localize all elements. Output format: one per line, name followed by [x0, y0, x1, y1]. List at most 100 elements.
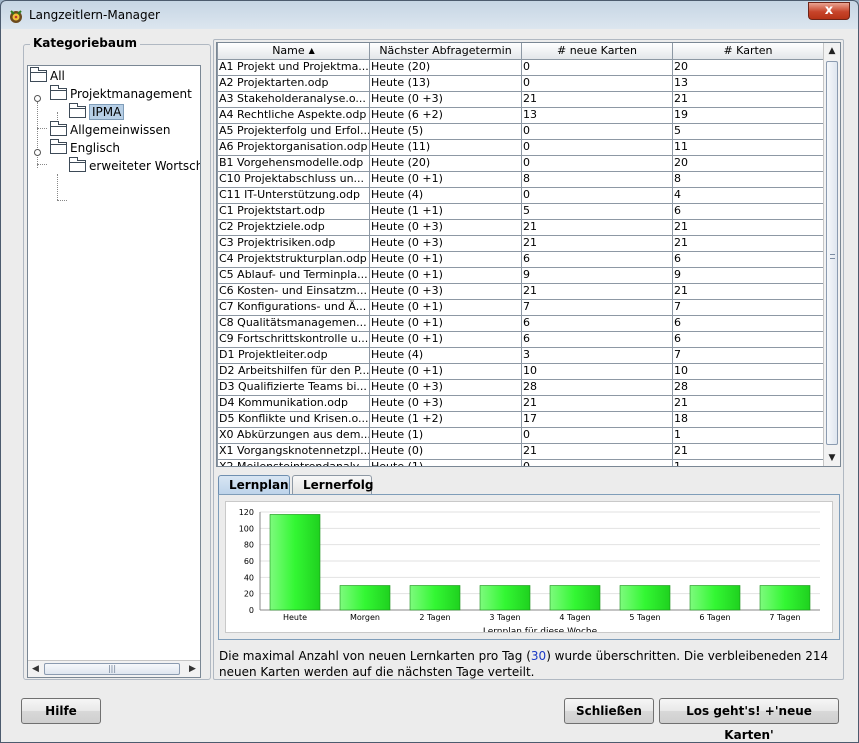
table-cell: 21 — [521, 90, 673, 108]
table-cell: 21 — [521, 394, 673, 412]
table-cell: Heute (0) — [369, 442, 522, 460]
scroll-right-icon[interactable]: ▶ — [185, 661, 200, 677]
chart-bar — [759, 585, 811, 611]
column-header-next-date[interactable]: Nächster Abfragetermin — [369, 43, 522, 60]
table-cell: Heute (0 +1) — [369, 250, 522, 268]
table-row[interactable]: D4 Kommunikation.odp Heute (0 +3) 21 21 — [217, 394, 824, 412]
y-tick-label: 40 — [244, 573, 254, 582]
table-cell: D3 Qualifizierte Teams bi... — [217, 378, 370, 396]
table-cell: Heute (1 +1) — [369, 202, 522, 220]
table-cell: 17 — [521, 410, 673, 428]
table-row[interactable]: A1 Projekt und Projektma... Heute (20) 0 20 — [217, 58, 824, 76]
tree-node-label: erweiteter Wortschat — [89, 159, 200, 173]
chart-bar — [549, 585, 601, 611]
table-row[interactable]: C3 Projektrisiken.odp Heute (0 +3) 21 21 — [217, 234, 824, 252]
scroll-thumb[interactable] — [826, 61, 838, 445]
table-cell: 9 — [672, 266, 824, 284]
table-row[interactable]: X2 Meilensteintrendanaly... Heute (1) 0 1 — [217, 458, 824, 466]
table-cell: 28 — [672, 378, 824, 396]
x-tick-label: 3 Tagen — [489, 613, 520, 622]
tree-node-ipma[interactable]: IPMA — [69, 103, 125, 122]
table-row[interactable]: A4 Rechtliche Aspekte.odp Heute (6 +2) 13 1… — [217, 106, 824, 124]
tree-legend: Kategoriebaum — [30, 36, 141, 50]
table-cell: 4 — [672, 186, 824, 204]
table-row[interactable]: X0 Abkürzungen aus dem... Heute (1) 0 1 — [217, 426, 824, 444]
table-cell: 0 — [521, 58, 673, 76]
table-vertical-scrollbar[interactable]: ▲ ▼ — [823, 43, 840, 466]
table-row[interactable]: C7 Konfigurations- und Ä... Heute (0 +1) 7… — [217, 298, 824, 316]
table-cell: 0 — [521, 458, 673, 466]
card-table[interactable]: Name ▲ Nächster Abfragetermin # neue Kart… — [216, 42, 841, 467]
table-row[interactable]: B1 Vorgehensmodelle.odp Heute (20) 0 20 — [217, 154, 824, 172]
category-tree[interactable]: All Projektmanagement IPMA Allgemeinwiss… — [27, 65, 201, 678]
expand-toggle-icon[interactable] — [34, 95, 41, 102]
table-cell: 0 — [521, 154, 673, 172]
tree-node-label: IPMA — [89, 104, 125, 120]
expand-toggle-icon[interactable] — [34, 149, 41, 156]
table-row[interactable]: A3 Stakeholderanalyse.o... Heute (0 +3) 21… — [217, 90, 824, 108]
table-cell: Heute (0 +1) — [369, 314, 522, 332]
table-cell: C8 Qualitätsmanagemen... — [217, 314, 370, 332]
tree-node-allgemeinwissen[interactable]: Allgemeinwissen — [50, 121, 171, 140]
table-row[interactable]: C4 Projektstrukturplan.odp Heute (0 +1) 6 6 — [217, 250, 824, 268]
table-cell: Heute (20) — [369, 58, 522, 76]
table-cell: 9 — [521, 266, 673, 284]
card-table-grid: Name ▲ Nächster Abfragetermin # neue Kart… — [217, 43, 824, 466]
column-header-name[interactable]: Name ▲ — [217, 43, 370, 60]
table-row[interactable]: C5 Ablauf- und Terminpla... Heute (0 +1) 9… — [217, 266, 824, 284]
column-header-cards[interactable]: # Karten — [672, 43, 824, 60]
chart-bar — [409, 585, 461, 611]
scroll-left-icon[interactable]: ◀ — [28, 661, 43, 677]
table-cell: 21 — [672, 394, 824, 412]
table-cell: A1 Projekt und Projektma... — [217, 58, 370, 76]
table-cell: Heute (0 +1) — [369, 266, 522, 284]
table-row[interactable]: C1 Projektstart.odp Heute (1 +1) 5 6 — [217, 202, 824, 220]
tab-lernerfolg[interactable]: Lernerfolg — [292, 475, 373, 495]
table-row[interactable]: C6 Kosten- und Einsatzm... Heute (0 +3) 21… — [217, 282, 824, 300]
table-cell: Heute (0 +3) — [369, 234, 522, 252]
close-button[interactable]: Schließen — [564, 698, 654, 724]
y-tick-label: 20 — [244, 590, 254, 599]
tree-node-projektmanagement[interactable]: Projektmanagement — [50, 85, 192, 104]
help-button[interactable]: Hilfe — [21, 698, 101, 724]
table-row[interactable]: D1 Projektleiter.odp Heute (4) 3 7 — [217, 346, 824, 364]
table-cell: C6 Kosten- und Einsatzm... — [217, 282, 370, 300]
tree-node-englisch[interactable]: Englisch — [50, 139, 120, 158]
tree-node-erweiterter-wortschatz[interactable]: erweiteter Wortschat — [69, 157, 200, 176]
scroll-thumb[interactable]: ||| — [44, 663, 180, 675]
table-row[interactable]: C8 Qualitätsmanagemen... Heute (0 +1) 6 6 — [217, 314, 824, 332]
table-cell: Heute (0 +3) — [369, 218, 522, 236]
table-cell: A2 Projektarten.odp — [217, 74, 370, 92]
table-row[interactable]: D3 Qualifizierte Teams bi... Heute (0 +3)… — [217, 378, 824, 396]
table-cell: 20 — [672, 154, 824, 172]
table-row[interactable]: C9 Fortschrittskontrolle u... Heute (0 +1… — [217, 330, 824, 348]
table-row[interactable]: A2 Projektarten.odp Heute (13) 0 13 — [217, 74, 824, 92]
table-row[interactable]: A6 Projektorganisation.odp Heute (11) 0 11 — [217, 138, 824, 156]
table-cell: 13 — [672, 74, 824, 92]
scroll-down-icon[interactable]: ▼ — [824, 450, 840, 466]
start-learning-button[interactable]: Los geht's! +'neue Karten' — [659, 698, 839, 742]
window-close-button[interactable]: x — [808, 2, 850, 20]
table-cell: Heute (6 +2) — [369, 106, 522, 124]
table-row[interactable]: C11 IT-Unterstützung.odp Heute (4) 0 4 — [217, 186, 824, 204]
table-cell: 8 — [672, 170, 824, 188]
info-text-before: Die maximal Anzahl von neuen Lernkarten … — [219, 649, 531, 663]
table-cell: 6 — [521, 250, 673, 268]
column-header-new-cards[interactable]: # neue Karten — [521, 43, 673, 60]
tree-connector — [57, 200, 67, 201]
tab-lernplan[interactable]: Lernplan — [218, 475, 290, 495]
table-cell: 21 — [672, 234, 824, 252]
scroll-up-icon[interactable]: ▲ — [824, 43, 840, 59]
table-row[interactable]: X1 Vorgangsknotennetzpl... Heute (0) 21 21 — [217, 442, 824, 460]
folder-icon — [30, 67, 47, 82]
tree-horizontal-scrollbar[interactable]: ◀ ||| ▶ — [28, 660, 200, 677]
tree-node-all[interactable]: All — [30, 67, 65, 86]
table-row[interactable]: C10 Projektabschluss un... Heute (0 +1) 8 8 — [217, 170, 824, 188]
table-cell: 6 — [672, 330, 824, 348]
table-row[interactable]: D2 Arbeitshilfen für den P... Heute (0 +1… — [217, 362, 824, 380]
table-row[interactable]: D5 Konflikte und Krisen.o... Heute (1 +2)… — [217, 410, 824, 428]
table-row[interactable]: C2 Projektziele.odp Heute (0 +3) 21 21 — [217, 218, 824, 236]
table-cell: 11 — [672, 138, 824, 156]
table-row[interactable]: A5 Projekterfolg und Erfol... Heute (5) 0 5 — [217, 122, 824, 140]
table-cell: C1 Projektstart.odp — [217, 202, 370, 220]
